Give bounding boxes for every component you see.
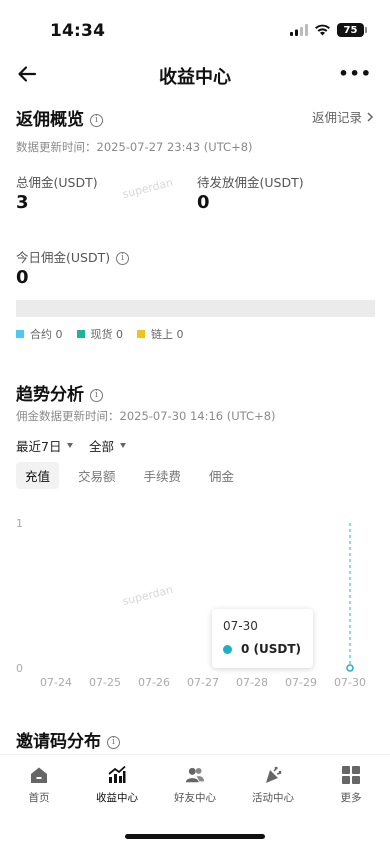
chevron-right-icon (367, 111, 374, 122)
commission-records-link[interactable]: 返佣记录 (312, 107, 374, 126)
signal-icon (290, 24, 308, 36)
data-point (346, 664, 354, 672)
nav-item-friends[interactable]: 好友中心 (156, 755, 234, 816)
party-popper-icon (266, 766, 282, 783)
type-dropdown[interactable]: 全部 (89, 436, 127, 455)
tooltip-date: 07-30 (223, 619, 258, 633)
legend-label: 现货 0 (90, 328, 124, 341)
overview-section-title: 返佣概览 i (16, 105, 103, 130)
tooltip-value-row: 0 (USDT) (223, 642, 301, 656)
commission-distribution-bar (16, 300, 375, 317)
x-tick-label: 07-30 (334, 676, 366, 689)
commission-legend: 合约 0 现货 0 链上 0 (16, 326, 184, 342)
tab-commission[interactable]: 佣金 (200, 462, 243, 489)
nav-item-earnings[interactable]: 收益中心 (78, 755, 156, 816)
legend-label: 链上 0 (151, 328, 184, 341)
watermark: superdan (121, 175, 175, 202)
tab-trading-volume[interactable]: 交易额 (69, 462, 125, 489)
trend-tabs: 充值 交易额 手续费 佣金 (16, 462, 243, 489)
status-icons: 75 (290, 23, 367, 37)
date-range-value: 最近7日 (16, 439, 62, 454)
trend-chart[interactable]: 1 0 07-24 07-25 07-26 07-27 07-28 07-29 07-30 (0, 505, 390, 695)
trend-title: 趋势分析 (16, 385, 84, 405)
legend-swatch (16, 330, 24, 338)
caret-down-icon (67, 443, 74, 448)
info-icon[interactable]: i (90, 388, 103, 402)
overview-updated-time: 数据更新时间：2025-07-27 23:43 (UTC+8) (16, 140, 253, 154)
nav-item-home[interactable]: 首页 (0, 755, 78, 816)
nav-item-activities[interactable]: 活动中心 (234, 755, 312, 816)
battery-indicator: 75 (337, 23, 367, 37)
nav-label: 好友中心 (174, 792, 216, 804)
home-icon (31, 767, 47, 783)
commission-records-label: 返佣记录 (311, 110, 362, 125)
trend-updated-time: 佣金数据更新时间：2025-07-30 14:16 (UTC+8) (16, 409, 276, 423)
wifi-icon (315, 24, 330, 36)
caret-down-icon (120, 443, 127, 448)
date-range-dropdown[interactable]: 最近7日 (16, 436, 74, 455)
y-tick-label: 1 (16, 517, 23, 530)
pending-commission-value: 0 (197, 192, 210, 213)
x-tick-label: 07-26 (138, 676, 170, 689)
overview-title: 返佣概览 (16, 110, 84, 130)
today-commission-value: 0 (16, 267, 29, 288)
invite-section-title: 邀请码分布 i (16, 727, 120, 752)
x-tick-label: 07-24 (40, 676, 72, 689)
legend-item-contract: 合约 0 (16, 326, 63, 342)
grid-more-icon (342, 766, 360, 784)
bottom-nav: 首页 收益中心 好友中心 活动中心 更多 (0, 754, 390, 816)
info-icon[interactable]: i (107, 735, 120, 749)
nav-label: 首页 (28, 792, 50, 804)
total-commission-value: 3 (16, 192, 29, 213)
x-tick-label: 07-28 (236, 676, 268, 689)
tooltip-value: 0 (USDT) (241, 642, 302, 656)
series-dot (223, 644, 232, 654)
x-tick-label: 07-27 (187, 676, 219, 689)
type-value: 全部 (89, 439, 115, 454)
legend-label: 合约 0 (30, 328, 63, 341)
friends-icon (185, 767, 205, 783)
chart-tooltip: 07-30 0 (USDT) (212, 609, 313, 668)
status-time: 14:34 (50, 21, 106, 41)
x-tick-label: 07-29 (285, 676, 317, 689)
pending-commission-label: 待发放佣金(USDT) (197, 175, 304, 190)
invite-title: 邀请码分布 (16, 732, 101, 752)
y-tick-label: 0 (16, 662, 23, 675)
legend-item-onchain: 链上 0 (137, 326, 184, 342)
nav-item-more[interactable]: 更多 (312, 755, 390, 816)
legend-swatch (76, 330, 85, 338)
today-commission-label: 今日佣金(USDT) i (16, 247, 130, 266)
total-commission-label: 总佣金(USDT) (16, 175, 98, 190)
tab-fees[interactable]: 手续费 (135, 462, 191, 489)
home-indicator (125, 834, 265, 839)
tab-deposit[interactable]: 充值 (16, 462, 60, 489)
nav-label: 收益中心 (96, 792, 138, 804)
x-tick-label: 07-25 (89, 676, 121, 689)
nav-label: 活动中心 (252, 792, 294, 804)
info-icon[interactable]: i (90, 113, 103, 127)
trend-section-title: 趋势分析 i (16, 380, 103, 405)
more-options-icon[interactable]: ••• (338, 64, 372, 83)
earnings-chart-icon (108, 765, 126, 783)
nav-label: 更多 (340, 792, 362, 804)
today-commission-label-text: 今日佣金(USDT) (16, 250, 111, 265)
page-title: 收益中心 (159, 67, 231, 88)
battery-level: 75 (343, 24, 358, 36)
info-icon[interactable]: i (116, 252, 130, 265)
legend-swatch (137, 330, 145, 338)
legend-item-spot: 现货 0 (76, 326, 124, 342)
